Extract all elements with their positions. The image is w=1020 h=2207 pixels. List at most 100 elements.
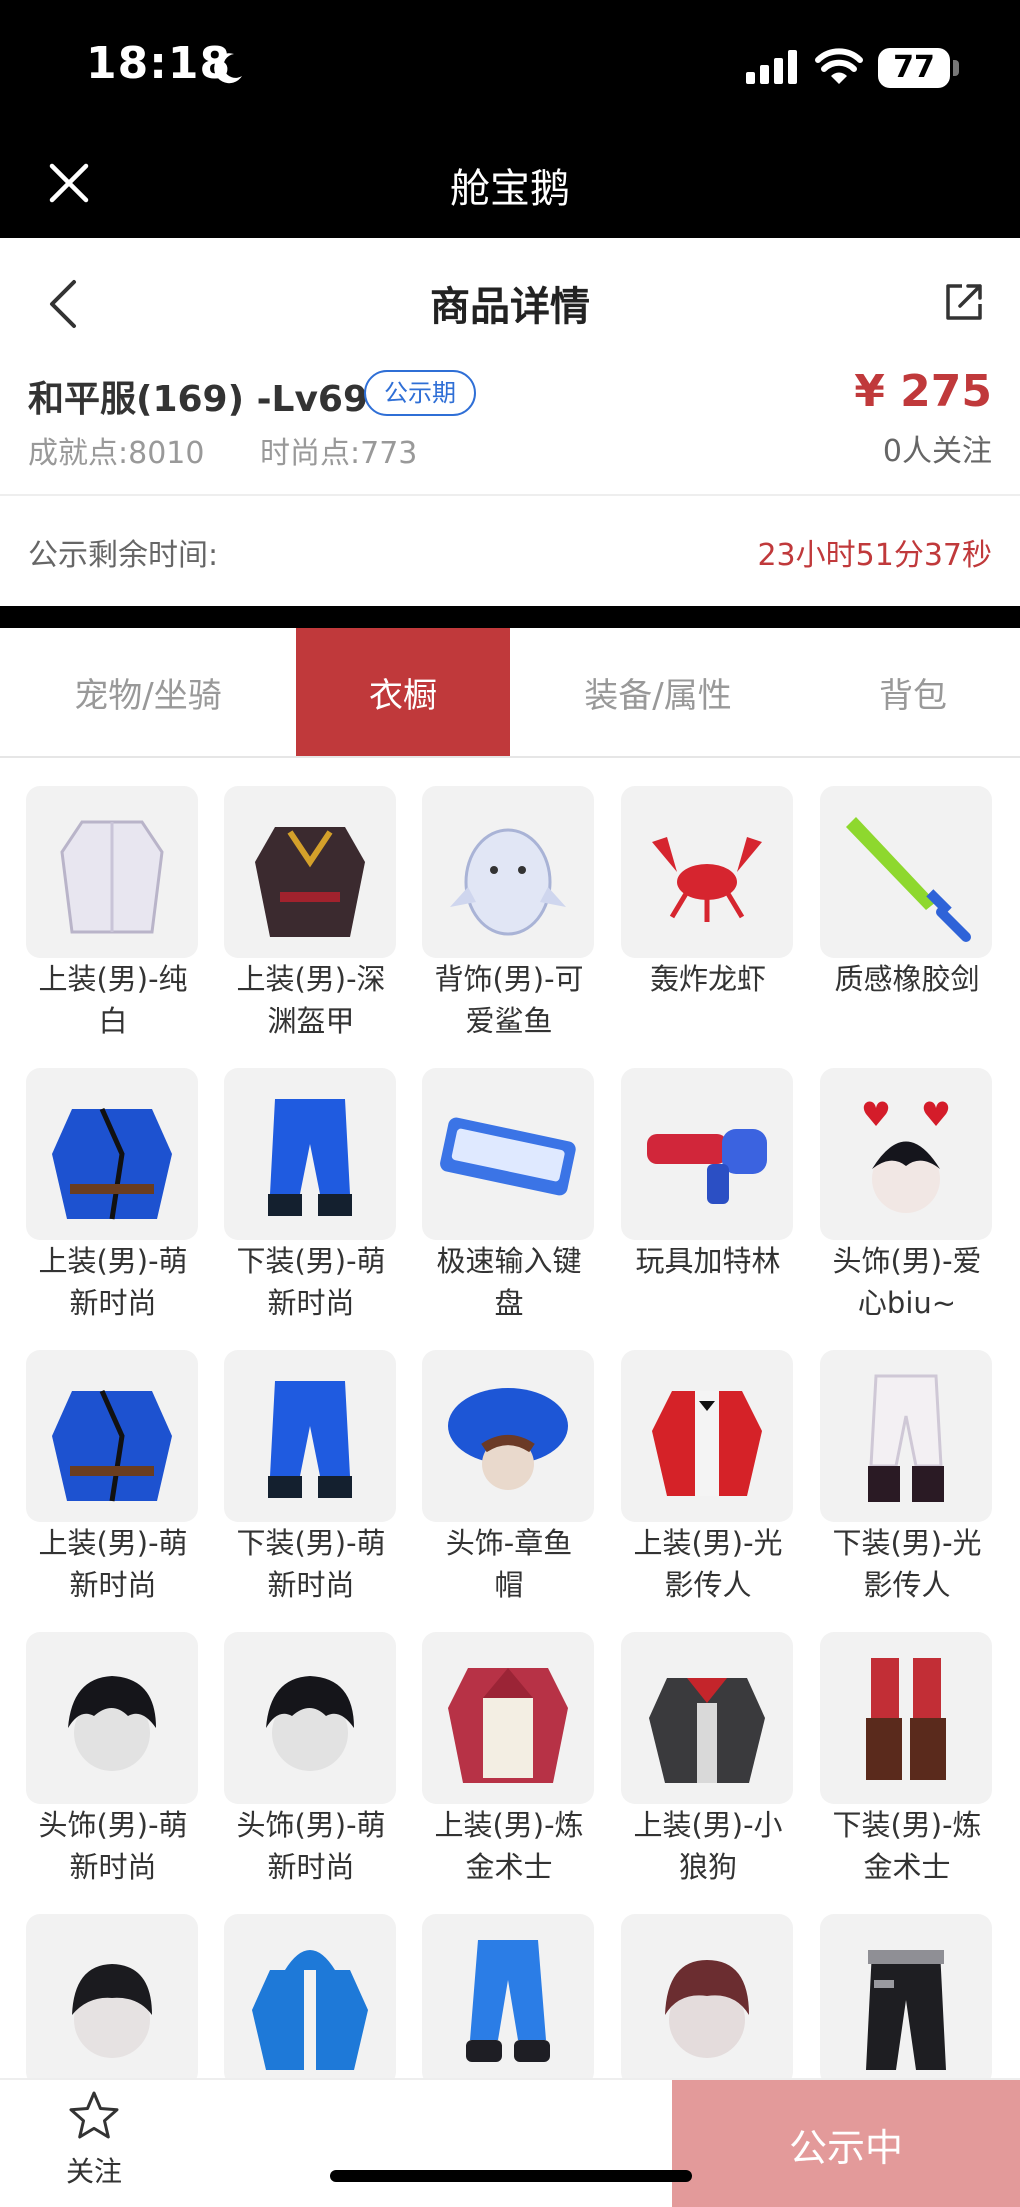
item-name-line1: 下装(男)-光 (832, 1526, 982, 1560)
tab-equipment-attributes[interactable]: 装备/属性 (510, 628, 806, 756)
blue-joggers-icon (422, 1914, 594, 2086)
item-name-line1: 头饰(男)-萌 (236, 1808, 386, 1842)
white-coat-icon (26, 786, 198, 958)
home-indicator (330, 2170, 692, 2182)
item-name-line2: 新时尚 (267, 1568, 355, 1602)
countdown-value: 23小时51分37秒 (757, 538, 992, 573)
follower-count: 0人关注 (882, 434, 992, 469)
server-level: 和平服(169) -Lv69 (28, 379, 369, 420)
item-name-line1: 头饰(男)-萌 (38, 1808, 188, 1842)
wardrobe-item-name: 玩具加特林 (613, 1240, 803, 1282)
item-name-line2: 白 (98, 1004, 128, 1038)
share-icon[interactable] (944, 282, 984, 322)
fashion-value: 773 (360, 436, 418, 471)
blue-pants-icon (224, 1068, 396, 1240)
wardrobe-item-name: 轰炸龙虾 (613, 958, 803, 1000)
blue-hoodie-icon (224, 1914, 396, 2086)
wardrobe-item-name: 质感橡胶剑 (812, 958, 1002, 1000)
item-name-line1: 上装(男)-萌 (38, 1244, 188, 1278)
battery-nub (953, 60, 959, 76)
app-bar: 舱宝鹅 (0, 138, 1020, 238)
item-name-line2: 帽 (494, 1568, 524, 1602)
countdown-label: 公示剩余时间: (28, 538, 219, 573)
item-name-line1: 下装(男)-萌 (236, 1244, 386, 1278)
wifi-icon (815, 48, 863, 84)
white-pants-icon (820, 1350, 992, 1522)
item-name-line1: 上装(男)-萌 (38, 1526, 188, 1560)
item-name-line2: 金术士 (465, 1850, 553, 1884)
achievement-label: 成就点: (28, 436, 129, 471)
page-header: 商品详情 (0, 238, 1020, 366)
heart-headband-icon (820, 1068, 992, 1240)
short-hair-icon (26, 1914, 198, 2086)
fashion-label: 时尚点: (260, 436, 361, 471)
item-name-line1: 玩具加特林 (635, 1244, 781, 1278)
item-name-line1: 下装(男)-萌 (236, 1526, 386, 1560)
keyboard-icon (422, 1068, 594, 1240)
item-name-line2: 新时尚 (267, 1286, 355, 1320)
item-name-line2: 新时尚 (69, 1568, 157, 1602)
item-name-line1: 上装(男)-纯 (38, 962, 188, 996)
lobster-icon (621, 786, 793, 958)
wardrobe-item-name: 头饰(男)-萌 新时尚 (18, 1804, 208, 1888)
tab-wardrobe[interactable]: 衣橱 (296, 628, 510, 756)
section-divider (0, 606, 1020, 628)
item-name-line1: 头饰-章鱼 (445, 1526, 573, 1560)
bottom-action-bar: 关注 公示中 (0, 2078, 1020, 2207)
wardrobe-item-name: 下装(男)-炼 金术士 (812, 1804, 1002, 1888)
item-name-line2: 新时尚 (69, 1850, 157, 1884)
black-hair-icon (224, 1632, 396, 1804)
item-name-line1: 上装(男)-深 (236, 962, 386, 996)
black-belt-pants-icon (820, 1914, 992, 2086)
wardrobe-item-name: 下装(男)-光 影传人 (812, 1522, 1002, 1606)
wardrobe-item-name: 上装(男)-炼 金术士 (414, 1804, 604, 1888)
item-name-line1: 质感橡胶剑 (834, 962, 980, 996)
wardrobe-item-name: 上装(男)-纯白 (18, 958, 208, 1042)
wardrobe-item-name: 上装(男)-小 狼狗 (613, 1804, 803, 1888)
wardrobe-item-name: 上装(男)-萌 新时尚 (18, 1522, 208, 1606)
item-name-line2: 心biu~ (857, 1286, 957, 1320)
item-name-line1: 背饰(男)-可 (434, 962, 584, 996)
item-name-line2: 渊盔甲 (267, 1004, 355, 1038)
item-name-line2: 金术士 (863, 1850, 951, 1884)
fashion-points: 时尚点:773 (260, 428, 417, 472)
alchemist-coat-icon (422, 1632, 594, 1804)
countdown-row: 公示剩余时间: 23小时51分37秒 (0, 498, 1020, 606)
item-name-line1: 轰炸龙虾 (649, 962, 766, 996)
wardrobe-item-name: 背饰(男)-可 爱鲨鱼 (414, 958, 604, 1042)
battery-indicator: 77 (878, 48, 950, 88)
rubber-sword-icon (820, 786, 992, 958)
achievement-value: 8010 (128, 436, 205, 471)
product-summary: 和平服(169) -Lv69 公示期 成就点:8010 时尚点:773 ¥ 27… (0, 366, 1020, 496)
dark-armor-icon (224, 786, 396, 958)
publicity-status-button[interactable]: 公示中 (672, 2080, 1020, 2207)
item-name-line2: 影传人 (863, 1568, 951, 1602)
item-name-line1: 上装(男)-小 (633, 1808, 783, 1842)
black-hair-icon (26, 1632, 198, 1804)
wardrobe-item-name: 极速输入键盘 (414, 1240, 604, 1324)
moon-icon (214, 53, 242, 84)
page-title: 商品详情 (430, 284, 590, 330)
status-badge: 公示期 (364, 370, 476, 416)
item-name-line1: 上装(男)-炼 (434, 1808, 584, 1842)
wardrobe-item-name: 上装(男)-光 影传人 (613, 1522, 803, 1606)
item-name-line2: 影传人 (664, 1568, 752, 1602)
tab-bar: 宠物/坐骑 衣橱 装备/属性 背包 (0, 628, 1020, 758)
toy-gatling-icon (621, 1068, 793, 1240)
status-bar: 18:18 77 (0, 0, 1020, 138)
tab-backpack[interactable]: 背包 (806, 628, 1020, 756)
wardrobe-item-name: 头饰-章鱼帽 (414, 1522, 604, 1606)
item-name-line2: 狼狗 (678, 1850, 737, 1884)
wardrobe-item-name: 下装(男)-萌 新时尚 (216, 1522, 406, 1606)
follow-button[interactable]: 关注 (44, 2090, 144, 2200)
item-name-line2: 爱鲨鱼 (465, 1004, 553, 1038)
star-icon (69, 2091, 119, 2139)
wardrobe-item-name: 下装(男)-萌 新时尚 (216, 1240, 406, 1324)
item-name-line2: 新时尚 (69, 1286, 157, 1320)
tab-pets-mounts[interactable]: 宠物/坐骑 (0, 628, 296, 756)
blue-robe-icon (26, 1350, 198, 1522)
wardrobe-item-name: 上装(男)-深 渊盔甲 (216, 958, 406, 1042)
blue-robe-icon (26, 1068, 198, 1240)
price: ¥ 275 (854, 366, 992, 417)
item-name-line2: 盘 (494, 1286, 524, 1320)
